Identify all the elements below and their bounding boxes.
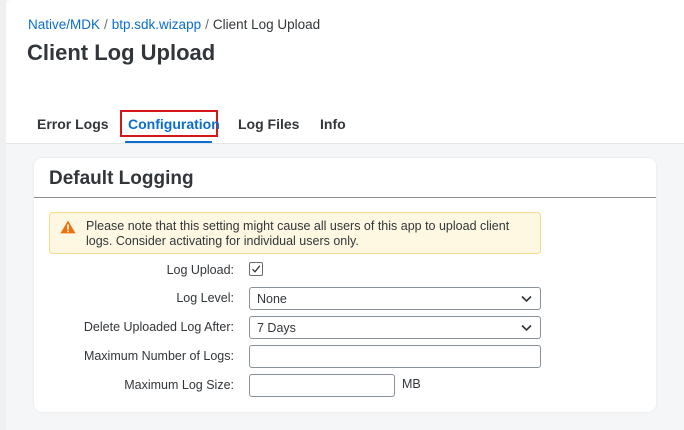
log-level-value: None xyxy=(257,292,287,306)
breadcrumb-current: Client Log Upload xyxy=(212,17,321,32)
header-divider xyxy=(6,143,684,144)
warning-triangle-icon xyxy=(60,220,76,234)
max-logs-input[interactable] xyxy=(249,345,541,368)
log-level-select[interactable]: None xyxy=(249,287,541,310)
card-title: Default Logging xyxy=(49,168,194,189)
delete-after-label: Delete Uploaded Log After: xyxy=(83,320,234,334)
delete-after-value: 7 Days xyxy=(257,321,296,335)
chevron-down-icon xyxy=(521,324,532,332)
max-size-input[interactable] xyxy=(249,374,395,397)
log-level-label: Log Level: xyxy=(176,291,234,305)
tab-error-logs[interactable]: Error Logs xyxy=(37,104,109,144)
max-size-label: Maximum Log Size: xyxy=(124,378,234,392)
card-divider xyxy=(34,197,656,198)
breadcrumb-separator: / xyxy=(205,17,209,32)
tab-log-files[interactable]: Log Files xyxy=(238,104,299,144)
breadcrumb: Native/MDK / btp.sdk.wizapp / Client Log Upl… xyxy=(28,17,320,32)
breadcrumb-separator: / xyxy=(104,17,108,32)
tab-info[interactable]: Info xyxy=(320,104,346,144)
log-upload-label: Log Upload: xyxy=(166,263,234,277)
max-size-unit: MB xyxy=(402,377,421,391)
warning-message-strip: Please note that this setting might caus… xyxy=(49,212,541,254)
default-logging-card: Default Logging Please note that this se… xyxy=(34,158,656,412)
chevron-down-icon xyxy=(521,295,532,303)
tab-configuration[interactable]: Configuration xyxy=(128,104,220,144)
breadcrumb-link-app[interactable]: btp.sdk.wizapp xyxy=(112,17,201,32)
delete-after-select[interactable]: 7 Days xyxy=(249,316,541,339)
tab-bar: Error Logs Configuration Log Files Info xyxy=(6,104,684,144)
breadcrumb-link-native-mdk[interactable]: Native/MDK xyxy=(28,17,100,32)
warning-text: Please note that this setting might caus… xyxy=(86,219,510,248)
page-header: Native/MDK / btp.sdk.wizapp / Client Log Upl… xyxy=(6,0,684,144)
log-upload-checkbox[interactable] xyxy=(249,262,263,276)
page-title: Client Log Upload xyxy=(27,40,216,65)
max-logs-label: Maximum Number of Logs: xyxy=(83,349,234,363)
checkmark-icon xyxy=(252,265,261,273)
